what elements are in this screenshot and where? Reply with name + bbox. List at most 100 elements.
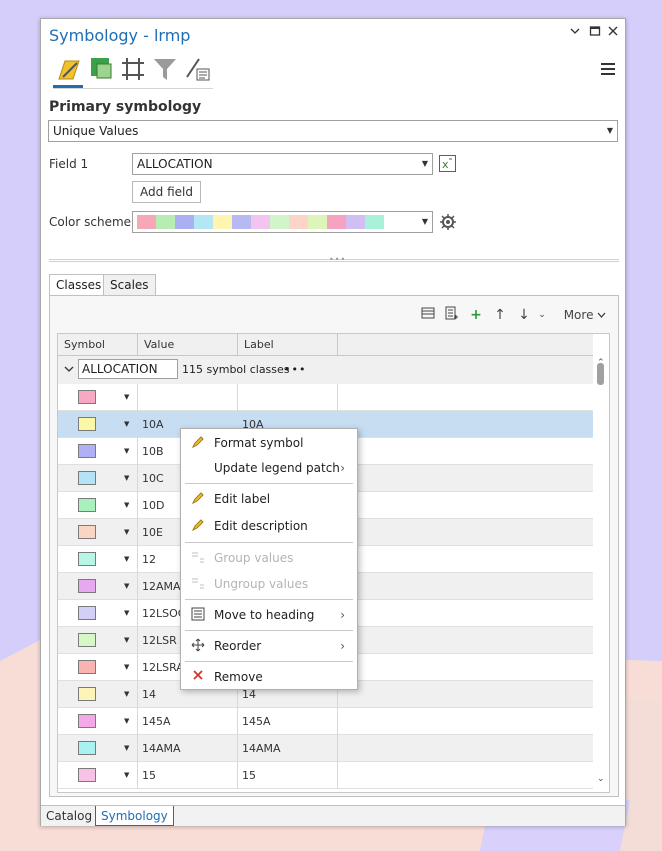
value-cell[interactable]: 145A <box>138 708 238 735</box>
table-row[interactable]: ▼ 14AMA 14AMA <box>58 735 594 762</box>
symbol-swatch[interactable] <box>78 498 96 512</box>
chevron-down-icon[interactable]: ▼ <box>124 492 129 519</box>
symbol-swatch[interactable] <box>78 741 96 755</box>
column-header-value[interactable]: Value <box>138 334 238 356</box>
chevron-down-icon[interactable]: ▼ <box>124 546 129 573</box>
symbol-cell[interactable]: ▼ <box>58 708 138 735</box>
symbol-swatch[interactable] <box>78 606 96 620</box>
chevron-down-icon[interactable]: ▼ <box>124 762 129 789</box>
sql-expression-icon[interactable]: x <box>439 155 456 172</box>
menu-item-reorder[interactable]: Reorder › <box>181 635 357 657</box>
group-options-button[interactable]: ••• <box>284 356 306 384</box>
collapse-chevron-icon[interactable] <box>64 363 74 377</box>
symbol-cell[interactable]: ▼ <box>58 492 138 519</box>
chevron-down-icon[interactable]: ▼ <box>124 384 129 411</box>
value-cell[interactable] <box>138 384 238 411</box>
tab-classes[interactable]: Classes <box>49 274 109 297</box>
label-icon[interactable] <box>183 55 211 83</box>
tab-scales[interactable]: Scales <box>103 274 156 296</box>
tab-symbology[interactable]: Symbology <box>95 806 174 826</box>
symbol-swatch[interactable] <box>78 525 96 539</box>
vary-symbology-icon[interactable] <box>87 55 115 83</box>
label-cell[interactable]: 14AMA <box>238 735 338 762</box>
value-cell[interactable]: 14AMA <box>138 735 238 762</box>
chevron-down-icon[interactable]: ▼ <box>124 573 129 600</box>
menu-icon[interactable] <box>601 63 615 76</box>
chevron-down-icon[interactable]: ▼ <box>124 735 129 762</box>
add-all-values-icon[interactable] <box>444 306 460 324</box>
symbol-cell[interactable]: ▼ <box>58 546 138 573</box>
menu-item-edit-description[interactable]: Edit description <box>181 515 357 537</box>
symbol-cell[interactable]: ▼ <box>58 681 138 708</box>
symbol-swatch[interactable] <box>78 714 96 728</box>
symbol-cell[interactable]: ▼ <box>58 384 138 411</box>
more-move-chevron-icon[interactable]: ⌄ <box>534 306 550 324</box>
table-row[interactable]: ▼ 145A 145A <box>58 708 594 735</box>
symbol-layer-drawing-icon[interactable] <box>119 55 147 83</box>
symbol-swatch[interactable] <box>78 660 96 674</box>
scroll-down-icon[interactable]: ⌄ <box>597 774 605 784</box>
add-value-icon[interactable]: + <box>468 306 484 324</box>
symbol-swatch[interactable] <box>78 444 96 458</box>
menu-item-format-symbol[interactable]: Format symbol <box>181 432 357 454</box>
symbol-cell[interactable]: ▼ <box>58 465 138 492</box>
table-row[interactable]: ▼ <box>58 384 594 411</box>
chevron-down-icon[interactable]: ▼ <box>124 654 129 681</box>
column-header-label[interactable]: Label <box>238 334 338 356</box>
value-cell[interactable]: 15 <box>138 762 238 789</box>
symbol-cell[interactable]: ▼ <box>58 573 138 600</box>
column-header-symbol[interactable]: Symbol <box>58 334 138 356</box>
symbol-swatch[interactable] <box>78 417 96 431</box>
label-cell[interactable]: 145A <box>238 708 338 735</box>
gear-icon[interactable] <box>439 213 457 231</box>
symbol-swatch[interactable] <box>78 633 96 647</box>
symbol-cell[interactable]: ▼ <box>58 627 138 654</box>
color-scheme-swatch <box>156 215 175 229</box>
add-field-button[interactable]: Add field <box>132 181 201 203</box>
symbol-cell[interactable]: ▼ <box>58 438 138 465</box>
more-menu-button[interactable]: More <box>560 306 610 324</box>
symbol-swatch[interactable] <box>78 768 96 782</box>
symbol-swatch[interactable] <box>78 471 96 485</box>
menu-item-update-legend-patch[interactable]: Update legend patch › <box>181 457 357 479</box>
move-up-icon[interactable]: ↑ <box>492 306 508 324</box>
label-cell[interactable] <box>238 384 338 411</box>
symbol-swatch[interactable] <box>78 390 96 404</box>
symbol-swatch[interactable] <box>78 552 96 566</box>
chevron-down-icon[interactable]: ▼ <box>124 600 129 627</box>
table-row[interactable]: ▼ 15 15 <box>58 762 594 789</box>
chevron-down-icon[interactable]: ▼ <box>124 411 129 438</box>
chevron-down-icon[interactable]: ▼ <box>124 627 129 654</box>
close-button[interactable] <box>605 25 621 43</box>
field1-dropdown[interactable]: ALLOCATION ▼ <box>132 153 433 175</box>
chevron-down-icon[interactable]: ▼ <box>124 708 129 735</box>
scroll-thumb[interactable] <box>597 363 604 385</box>
color-scheme-dropdown[interactable]: ▼ <box>132 211 433 233</box>
table-view-icon[interactable] <box>420 306 436 324</box>
maximize-button[interactable] <box>587 25 603 43</box>
group-heading-input[interactable]: ALLOCATION <box>78 359 178 379</box>
chevron-down-icon[interactable]: ▼ <box>124 465 129 492</box>
chevron-down-icon[interactable]: ▼ <box>124 438 129 465</box>
symbol-cell[interactable]: ▼ <box>58 762 138 789</box>
label-cell[interactable]: 15 <box>238 762 338 789</box>
symbol-cell[interactable]: ▼ <box>58 600 138 627</box>
filter-icon[interactable] <box>151 55 179 83</box>
menu-item-move-to-heading[interactable]: Move to heading › <box>181 604 357 626</box>
symbol-swatch[interactable] <box>78 687 96 701</box>
symbol-swatch[interactable] <box>78 579 96 593</box>
pane-options-chevron-icon[interactable] <box>567 25 583 43</box>
symbol-cell[interactable]: ▼ <box>58 519 138 546</box>
move-down-icon[interactable]: ↓ <box>516 306 532 324</box>
symbol-cell[interactable]: ▼ <box>58 735 138 762</box>
chevron-down-icon[interactable]: ▼ <box>124 681 129 708</box>
symbol-cell[interactable]: ▼ <box>58 411 138 438</box>
symbol-cell[interactable]: ▼ <box>58 654 138 681</box>
menu-item-edit-label[interactable]: Edit label <box>181 488 357 510</box>
tab-catalog[interactable]: Catalog <box>41 806 99 826</box>
chevron-down-icon[interactable]: ▼ <box>124 519 129 546</box>
grid-scrollbar[interactable]: ⌃ ⌄ <box>593 334 609 792</box>
primary-symbology-icon[interactable] <box>55 55 83 83</box>
menu-item-remove[interactable]: Remove <box>181 666 357 688</box>
symbology-method-dropdown[interactable]: Unique Values ▼ <box>48 120 618 142</box>
